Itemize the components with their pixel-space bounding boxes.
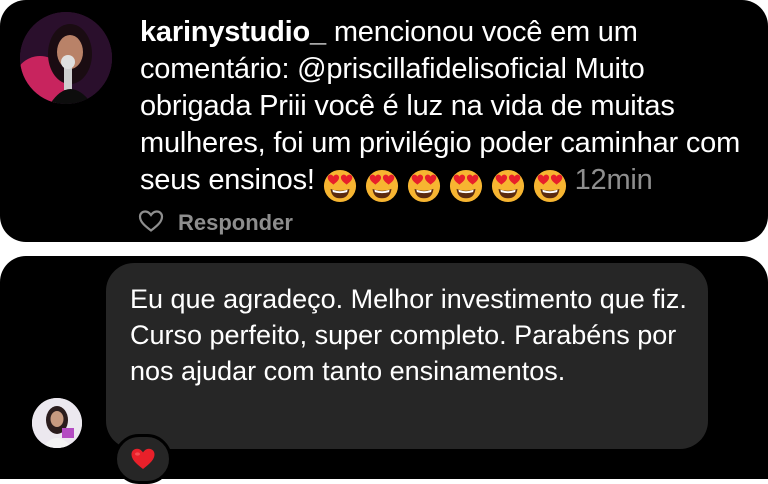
sender-avatar[interactable]: [32, 398, 82, 448]
heart-eyes-emoji: [407, 170, 440, 203]
heart-eyes-emoji: [533, 170, 566, 203]
commenter-username[interactable]: karinystudio_: [140, 16, 326, 48]
comment-notification-card[interactable]: karinystudio_ mencionou você em um comen…: [0, 0, 768, 242]
commenter-avatar[interactable]: [20, 12, 112, 104]
notification-text: karinystudio_ mencionou você em um comen…: [140, 14, 755, 204]
reply-button[interactable]: Responder: [178, 210, 293, 236]
heart-eyes-emoji: [323, 170, 356, 203]
message-bubble[interactable]: Eu que agradeço. Melhor investimento que…: [106, 263, 708, 449]
red-heart-emoji: [131, 448, 155, 469]
heart-outline-icon[interactable]: [138, 209, 164, 238]
message-reaction[interactable]: [114, 434, 172, 484]
message-text: Eu que agradeço. Melhor investimento que…: [130, 284, 687, 386]
mention-link[interactable]: @priscillafidelisoficial: [297, 53, 567, 85]
heart-eyes-emoji: [491, 170, 524, 203]
heart-eyes-emoji: [365, 170, 398, 203]
comment-time: 12min: [574, 164, 653, 196]
comment-actions: Responder: [138, 205, 293, 241]
heart-eyes-emoji: [449, 170, 482, 203]
emoji-run: [323, 167, 575, 204]
